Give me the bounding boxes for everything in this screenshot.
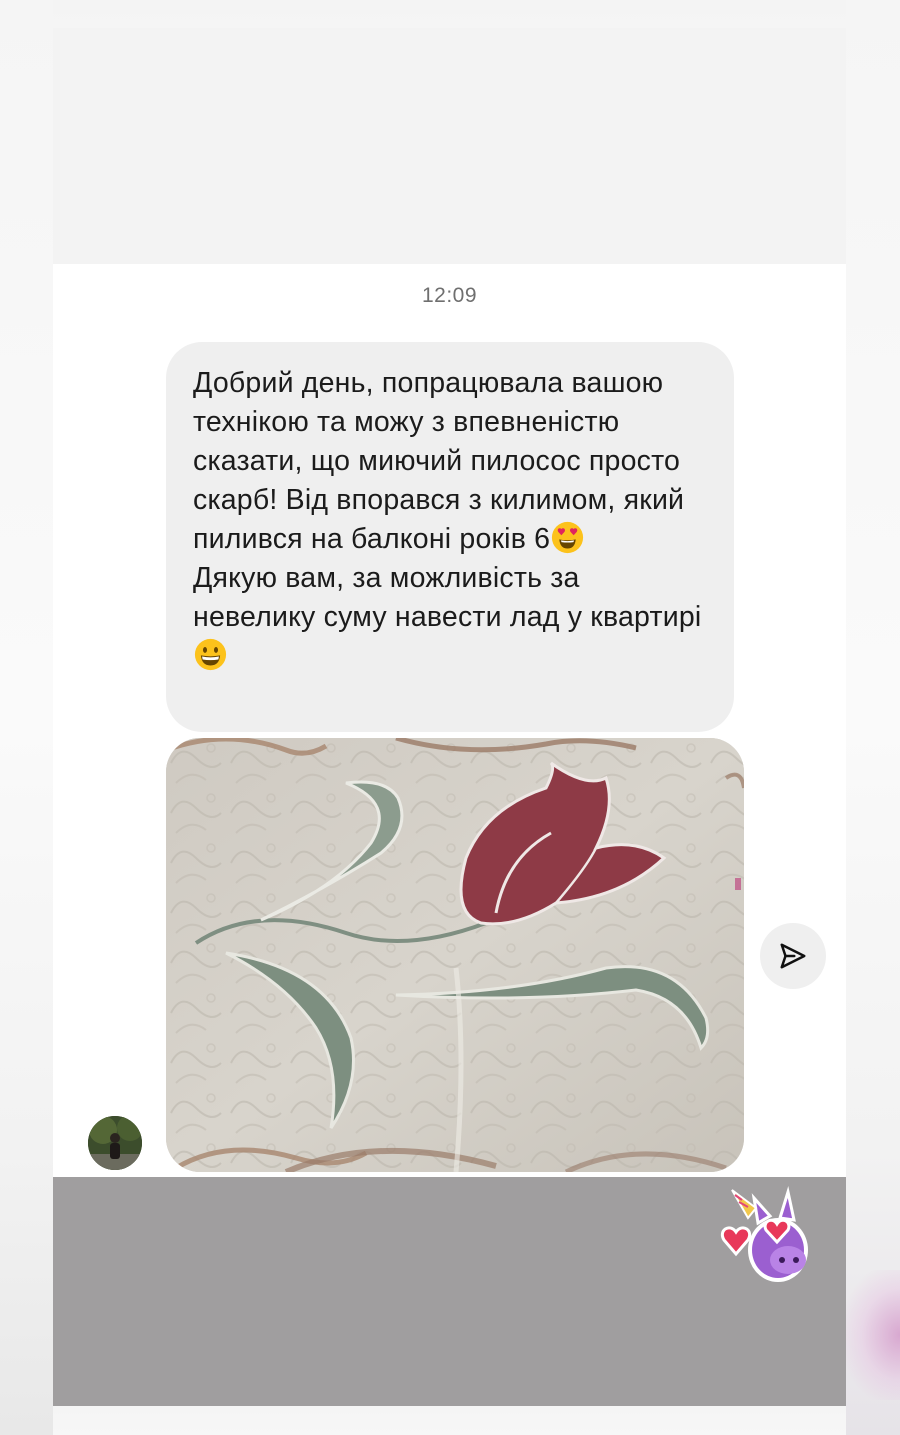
paper-plane-icon — [780, 943, 806, 969]
pink-glow — [846, 1270, 900, 1400]
message-bubble[interactable]: Добрий день, попрацювала вашою технікою … — [166, 342, 734, 732]
message-text-2: Дякую вам, за можливість за невелику сум… — [193, 559, 708, 676]
blank-top-panel — [53, 28, 846, 264]
tulip-carpet-image-icon — [166, 738, 744, 1172]
sender-avatar[interactable] — [88, 1116, 142, 1170]
share-button[interactable] — [760, 923, 826, 989]
left-blur-edge — [0, 0, 53, 1435]
message-text-1: Добрий день, попрацювала вашою технікою … — [193, 364, 708, 559]
chat-window[interactable]: 12:09 Добрий день, попрацювала вашою тех… — [53, 28, 846, 1406]
user-avatar-icon — [88, 1116, 142, 1170]
grinning-face-emoji-icon — [194, 638, 227, 671]
message-line-1: Добрий день, попрацювала вашою технікою … — [193, 367, 685, 555]
unicorn-sticker[interactable] — [708, 1178, 818, 1293]
unicorn-hearts-sticker-icon — [721, 1186, 808, 1282]
carpet-photo[interactable] — [166, 738, 744, 1172]
message-line-2: Дякую вам, за можливість за невелику сум… — [193, 562, 702, 633]
right-blur-edge — [846, 0, 900, 1435]
heart-eyes-emoji-icon — [552, 521, 584, 554]
message-timestamp: 12:09 — [421, 284, 478, 307]
screenshot-stage: 12:09 Добрий день, попрацювала вашою тех… — [0, 0, 900, 1435]
